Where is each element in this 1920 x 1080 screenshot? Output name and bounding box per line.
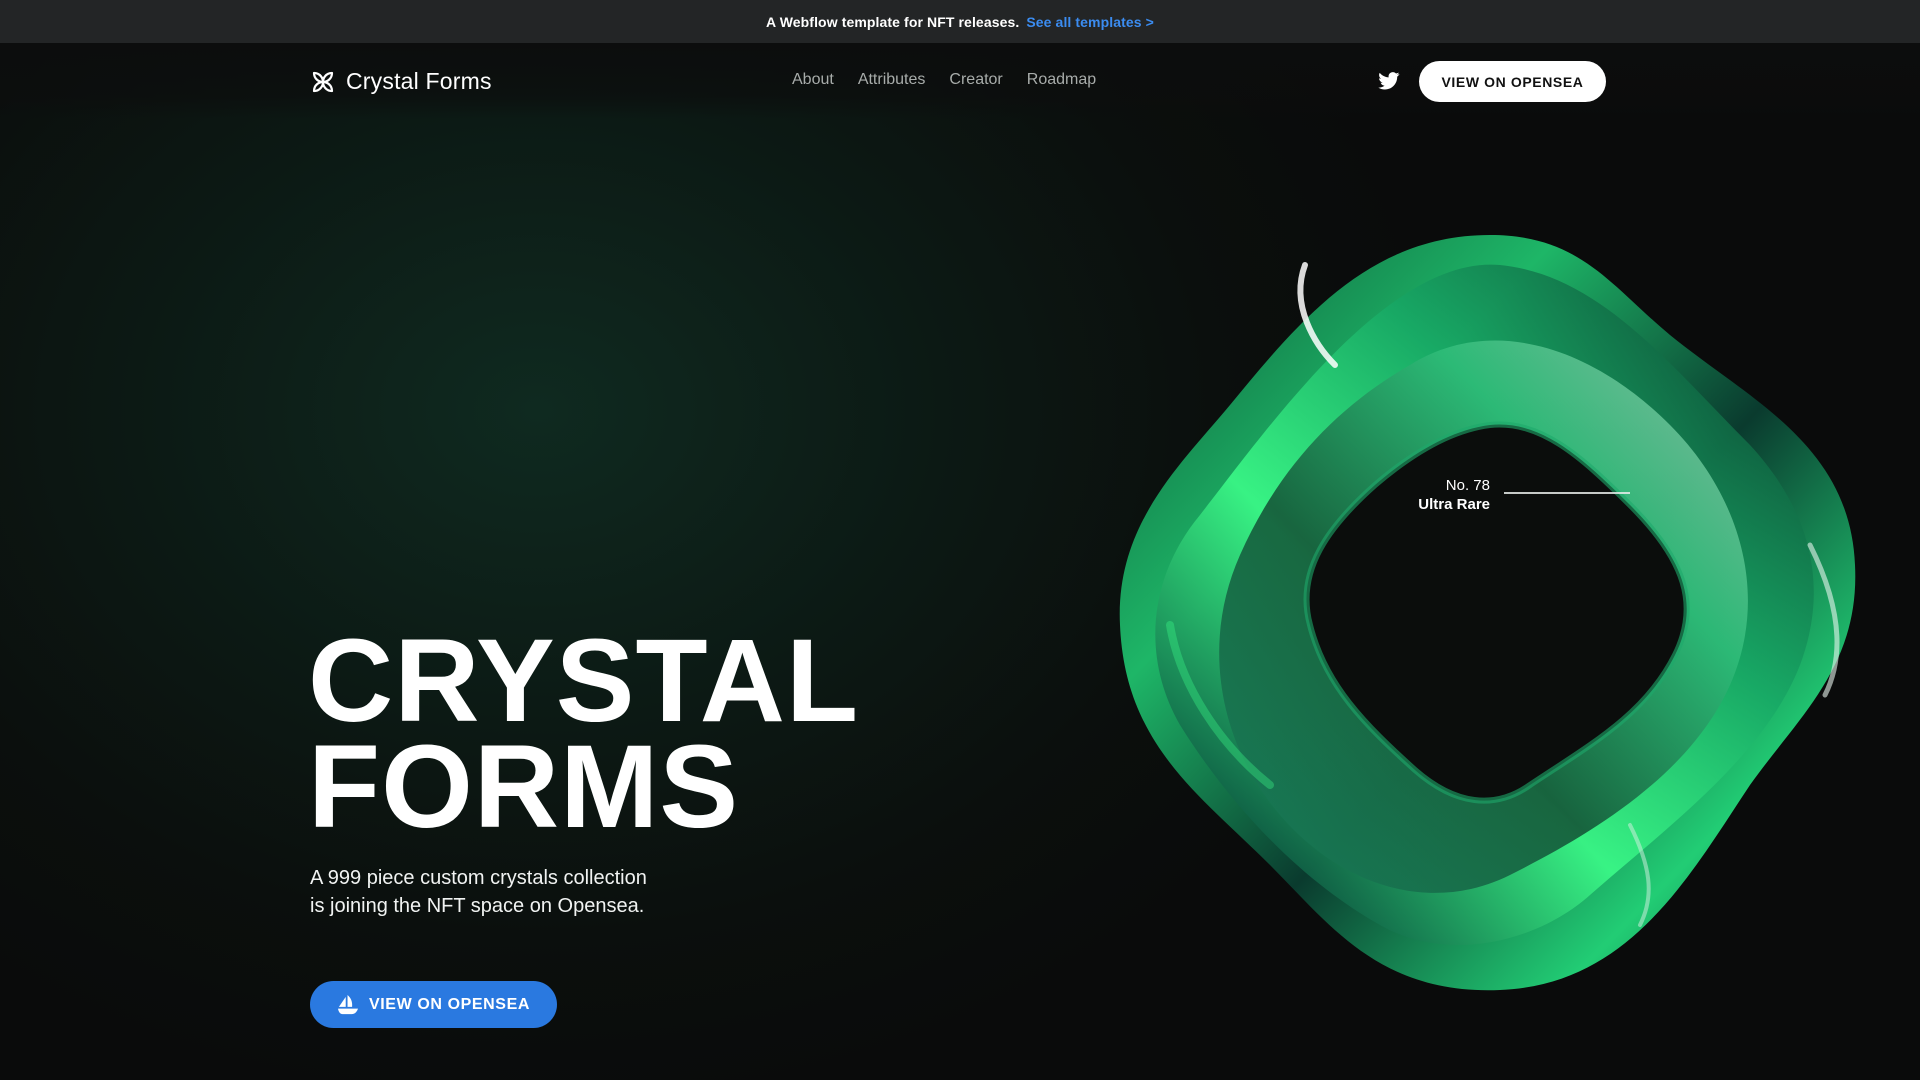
crystal-nft-image xyxy=(1119,235,1856,991)
twitter-icon[interactable] xyxy=(1378,72,1400,90)
main-menu: About Attributes Creator Roadmap xyxy=(792,71,1096,89)
hero-title: CRYSTAL FORMS xyxy=(308,622,859,846)
crystal-logo-icon xyxy=(312,71,334,92)
hero-view-on-opensea-button[interactable]: VIEW ON OPENSEA xyxy=(310,981,557,1028)
nav-link-attributes[interactable]: Attributes xyxy=(858,71,926,89)
nft-feature-callout: No. 78 Ultra Rare xyxy=(1330,475,1630,515)
hero-title-line-2: FORMS xyxy=(308,721,740,853)
nav-link-creator[interactable]: Creator xyxy=(949,71,1002,89)
nav-link-roadmap[interactable]: Roadmap xyxy=(1027,71,1096,89)
hero-subtitle: A 999 piece custom crystals collection i… xyxy=(310,867,647,917)
brand-link[interactable]: Crystal Forms xyxy=(310,68,492,95)
brand-name: Crystal Forms xyxy=(346,68,492,94)
nav-link-about[interactable]: About xyxy=(792,71,834,89)
announcement-message: A Webflow template for NFT releases. xyxy=(766,13,1020,30)
announcement-bar: A Webflow template for NFT releases. See… xyxy=(0,0,1920,43)
nft-number: No. 78 xyxy=(1445,477,1490,494)
hero-cta-label: VIEW ON OPENSEA xyxy=(368,995,531,1013)
nft-rarity: Ultra Rare xyxy=(1418,496,1490,513)
navbar: Crystal Forms About Attributes Creator R… xyxy=(0,43,1920,119)
callout-line xyxy=(1504,492,1630,494)
landing-page: A Webflow template for NFT releases. See… xyxy=(0,0,1920,1080)
opensea-boat-icon xyxy=(337,994,358,1014)
nav-view-on-opensea-button[interactable]: VIEW ON OPENSEA xyxy=(1419,61,1606,102)
see-all-templates-link[interactable]: See all templates > xyxy=(1026,14,1154,30)
